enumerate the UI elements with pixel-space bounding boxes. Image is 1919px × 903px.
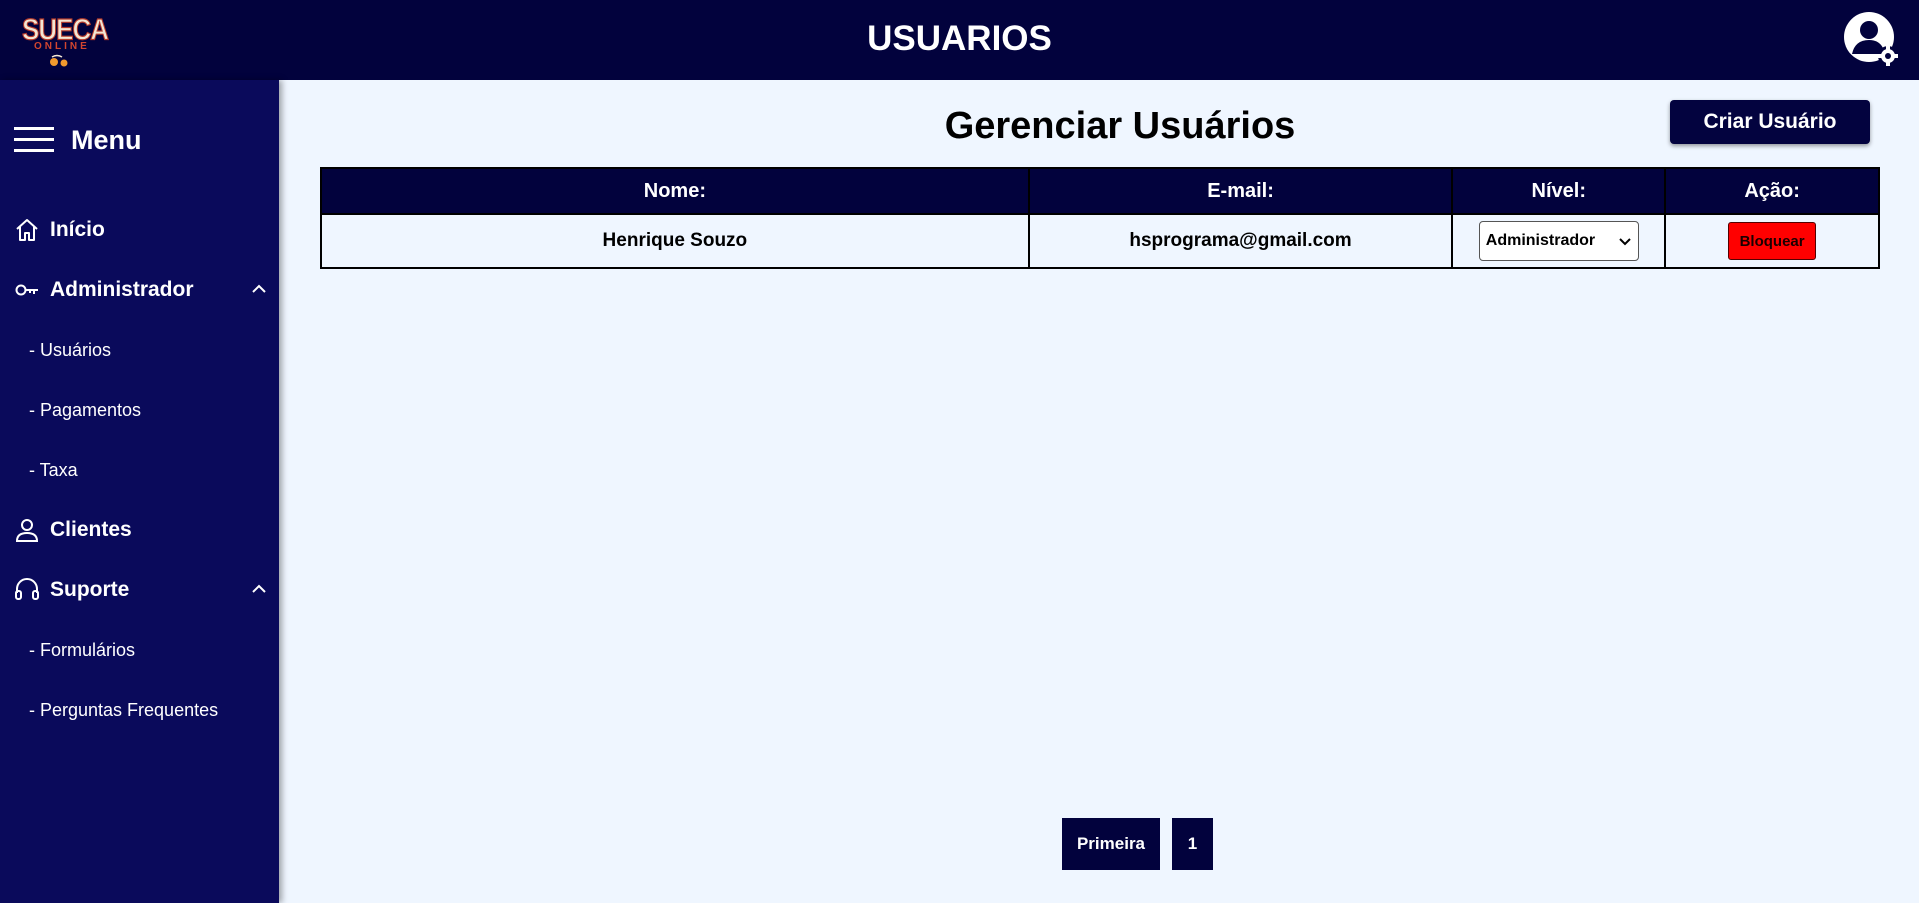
- sidebar-item-clientes[interactable]: Clientes: [14, 512, 270, 548]
- page-title-text: Gerenciar Usuários: [944, 105, 1296, 147]
- column-header-name: Nome:: [320, 167, 1030, 215]
- user-settings-icon[interactable]: [1842, 10, 1902, 70]
- pagination-page-button[interactable]: 1: [1172, 818, 1213, 870]
- cell-action: Bloquear: [1664, 213, 1880, 269]
- home-icon: [16, 219, 38, 241]
- sidebar-item-label: Administrador: [50, 278, 194, 301]
- level-select[interactable]: Administrador: [1478, 221, 1639, 261]
- block-user-button[interactable]: Bloquear: [1728, 222, 1817, 260]
- column-header-action: Ação:: [1664, 167, 1880, 215]
- cell-email: hsprograma@gmail.com: [1027, 213, 1454, 269]
- sidebar-subitem-pagamentos[interactable]: - Pagamentos: [29, 395, 141, 425]
- sidebar-subitem-formularios[interactable]: - Formulários: [29, 635, 135, 665]
- top-header: SUECA ONLINE USUARIOS: [0, 0, 1919, 80]
- sidebar-item-inicio[interactable]: Início: [14, 212, 270, 248]
- chevron-up-icon[interactable]: [248, 278, 270, 300]
- sidebar-subitem-usuarios[interactable]: - Usuários: [29, 335, 111, 365]
- sidebar: Menu Início Administrador - Usuários - P…: [0, 80, 279, 903]
- pagination-first-button[interactable]: Primeira: [1062, 818, 1160, 870]
- menu-toggle[interactable]: Menu: [14, 120, 142, 160]
- key-icon: [15, 284, 38, 296]
- sidebar-subitem-taxa[interactable]: - Taxa: [29, 455, 78, 485]
- sidebar-item-suporte[interactable]: Suporte: [14, 572, 270, 608]
- create-user-button[interactable]: Criar Usuário: [1670, 100, 1870, 144]
- sidebar-item-label: Clientes: [50, 518, 132, 541]
- users-table: Nome: E-mail: Nível: Ação: Henrique Souz…: [320, 167, 1880, 269]
- chevron-down-icon: [1619, 238, 1631, 246]
- page-header-title: USUARIOS: [867, 19, 1052, 58]
- sidebar-subitem-perguntas-frequentes[interactable]: - Perguntas Frequentes: [29, 695, 218, 725]
- cell-name: Henrique Souzo: [320, 213, 1030, 269]
- hamburger-icon: [14, 127, 54, 152]
- chevron-up-icon[interactable]: [248, 578, 270, 600]
- column-header-email: E-mail:: [1027, 167, 1454, 215]
- headset-icon: [15, 578, 39, 600]
- table-row: Henrique Souzo hsprograma@gmail.com Admi…: [320, 213, 1880, 269]
- user-icon: [15, 519, 39, 542]
- sidebar-item-label: Início: [50, 218, 105, 241]
- sidebar-item-label: Suporte: [50, 578, 130, 601]
- table-header-row: Nome: E-mail: Nível: Ação:: [320, 167, 1880, 215]
- sidebar-item-administrador[interactable]: Administrador: [14, 272, 270, 308]
- cell-level: Administrador: [1451, 213, 1667, 269]
- menu-label: Menu: [71, 124, 142, 155]
- column-header-level: Nível:: [1451, 167, 1667, 215]
- level-select-value: Administrador: [1485, 232, 1596, 249]
